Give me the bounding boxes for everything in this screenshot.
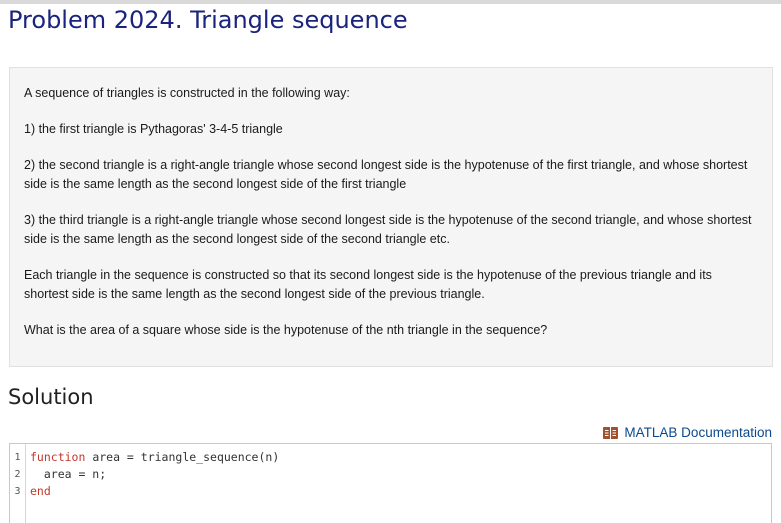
code-line[interactable]: end bbox=[30, 483, 279, 500]
problem-description: A sequence of triangles is constructed i… bbox=[9, 67, 773, 367]
line-number: 1 bbox=[14, 452, 21, 463]
code-text: area = n; bbox=[30, 467, 107, 481]
line-number-gutter: 1 2 3 bbox=[10, 444, 26, 523]
line-number: 3 bbox=[14, 486, 21, 497]
line-number: 2 bbox=[14, 469, 21, 480]
problem-title: Problem 2024. Triangle sequence bbox=[8, 6, 408, 34]
problem-paragraph: 1) the first triangle is Pythagoras' 3-4… bbox=[24, 122, 283, 136]
problem-paragraph: 3) the third triangle is a right-angle t… bbox=[24, 213, 752, 246]
doc-link-label: MATLAB Documentation bbox=[624, 425, 772, 440]
code-editor[interactable]: 1 2 3 function area = triangle_sequence(… bbox=[9, 443, 772, 523]
problem-paragraph: A sequence of triangles is constructed i… bbox=[24, 86, 350, 100]
code-text: area = triangle_sequence(n) bbox=[85, 450, 280, 464]
code-line[interactable]: function area = triangle_sequence(n) bbox=[30, 449, 279, 466]
code-keyword: end bbox=[30, 484, 51, 498]
matlab-documentation-link[interactable]: MATLAB Documentation bbox=[603, 425, 772, 440]
solution-heading: Solution bbox=[8, 385, 94, 409]
code-keyword: function bbox=[30, 450, 86, 464]
code-line[interactable]: area = n; bbox=[30, 466, 279, 483]
problem-paragraph: 2) the second triangle is a right-angle … bbox=[24, 158, 748, 191]
problem-paragraph: Each triangle in the sequence is constru… bbox=[24, 268, 712, 301]
book-icon bbox=[603, 426, 619, 439]
problem-paragraph: What is the area of a square whose side … bbox=[24, 323, 548, 337]
code-content[interactable]: function area = triangle_sequence(n) are… bbox=[26, 444, 279, 523]
